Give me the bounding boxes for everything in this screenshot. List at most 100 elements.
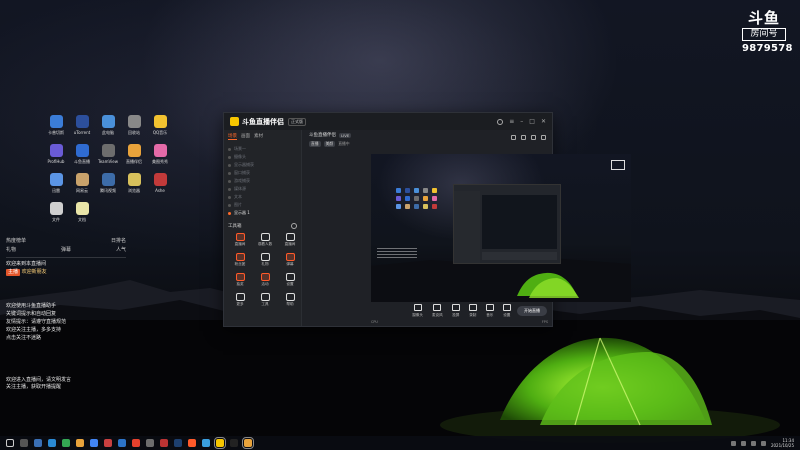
taskbar-app-icon[interactable] — [188, 439, 196, 447]
taskbar-app-icon[interactable] — [146, 439, 154, 447]
source-visibility-icon[interactable] — [228, 171, 231, 175]
desktop-icon[interactable]: Ashe — [148, 173, 172, 202]
toolbox-item[interactable]: 更多 — [228, 293, 252, 312]
control-button[interactable]: 麦克风 — [432, 304, 443, 318]
desktop-icon[interactable]: ProfiHub — [44, 144, 68, 173]
category-pill[interactable]: 直播 — [309, 141, 321, 147]
desktop-icon[interactable]: 卡普切斯 — [44, 115, 68, 144]
toolbox-item[interactable]: 直播间 — [228, 233, 252, 252]
toolbox-item[interactable]: 设置 — [278, 273, 302, 292]
source-item[interactable]: 窗口捕获 — [228, 169, 297, 177]
source-visibility-icon[interactable] — [228, 163, 231, 167]
copy-icon[interactable] — [511, 135, 516, 140]
lock-icon[interactable] — [521, 135, 526, 140]
source-visibility-icon[interactable] — [228, 195, 231, 199]
taskbar-app-icon[interactable] — [132, 439, 140, 447]
control-button[interactable]: 音乐 — [485, 304, 494, 318]
taskbar-douyu-icon[interactable] — [214, 437, 226, 449]
source-visibility-icon[interactable] — [228, 211, 231, 215]
taskbar-app-icon[interactable] — [160, 439, 168, 447]
taskbar-app-icon[interactable] — [76, 439, 84, 447]
desktop-icon[interactable]: TeamView — [96, 144, 120, 173]
stream-preview[interactable] — [371, 154, 631, 302]
toolbox-item[interactable]: 帮助 — [278, 293, 302, 312]
source-item-selected[interactable]: 显示器 1 — [228, 209, 297, 217]
help-icon[interactable] — [291, 223, 297, 229]
category-pill[interactable]: 美颜 — [323, 141, 336, 147]
taskbar-app-icon[interactable] — [90, 439, 98, 447]
start-live-button[interactable]: 开始直播 — [517, 306, 547, 316]
desktop-icon[interactable]: 文档 — [70, 202, 94, 231]
control-button[interactable]: 设置 — [502, 304, 511, 318]
taskbar: 11:34 2021/10/25 — [0, 436, 800, 450]
control-button[interactable]: 投屏 — [451, 304, 460, 318]
window-titlebar[interactable]: 斗鱼直播伴侣 正式版 ≡ – □ ✕ — [224, 113, 552, 130]
minimize-icon[interactable]: – — [520, 118, 523, 125]
chat-line: 主播 欢迎新朋友 — [6, 269, 126, 276]
toolbox-item[interactable]: 礼物 — [253, 253, 277, 272]
source-visibility-icon[interactable] — [228, 155, 231, 159]
version-badge[interactable]: 正式版 — [288, 117, 306, 126]
desktop-icon[interactable]: 网易云 — [70, 173, 94, 202]
settings-icon[interactable] — [497, 118, 504, 125]
maximize-icon[interactable]: □ — [529, 118, 535, 125]
windows-start-icon[interactable] — [6, 439, 14, 447]
search-icon[interactable] — [20, 439, 28, 447]
taskbar-app-icon[interactable] — [104, 439, 112, 447]
source-visibility-icon[interactable] — [228, 187, 231, 191]
desktop-icon[interactable]: uTorrent — [70, 115, 94, 144]
desktop-icon[interactable]: 迅雷 — [44, 173, 68, 202]
control-button[interactable]: 摄像头 — [412, 304, 423, 318]
toolbox-item[interactable]: 直播间 — [278, 233, 302, 252]
toolbox-item[interactable]: 抽奖 — [228, 273, 252, 292]
source-item[interactable]: 游戏捕获 — [228, 177, 297, 185]
desktop-icon[interactable]: 文件 — [44, 202, 68, 231]
source-item[interactable]: 媒体源 — [228, 185, 297, 193]
source-item[interactable]: 图片 — [228, 201, 297, 209]
tab-material[interactable]: 素材 — [254, 133, 263, 140]
toolbox-item[interactable]: 观看人数 — [253, 233, 277, 252]
taskbar-app-icon[interactable] — [230, 439, 238, 447]
tray-icon[interactable] — [740, 440, 746, 446]
menu-icon[interactable]: ≡ — [509, 118, 514, 125]
taskbar-app-icon[interactable] — [62, 439, 70, 447]
source-item[interactable]: 场景一 — [228, 145, 297, 153]
source-visibility-icon[interactable] — [228, 203, 231, 207]
network-icon[interactable] — [750, 440, 756, 446]
close-icon[interactable]: ✕ — [541, 118, 546, 125]
taskbar-app-icon[interactable] — [174, 439, 182, 447]
source-item[interactable]: 文本 — [228, 193, 297, 201]
share-icon[interactable] — [541, 135, 546, 140]
source-visibility-icon[interactable] — [228, 179, 231, 183]
stream-title-text[interactable]: 斗鱼直播伴侣 — [309, 132, 336, 138]
volume-icon[interactable] — [760, 440, 766, 446]
taskbar-app-icon[interactable] — [242, 437, 254, 449]
toolbox-item[interactable]: 工具 — [253, 293, 277, 312]
desktop-icon[interactable]: 此电脑 — [96, 115, 120, 144]
control-button[interactable]: 录制 — [468, 304, 477, 318]
taskbar-app-icon[interactable] — [202, 439, 210, 447]
desktop-icon[interactable]: 回收站 — [122, 115, 146, 144]
taskbar-app-icon[interactable] — [118, 439, 126, 447]
tool-icon — [260, 273, 270, 281]
tray-icon[interactable] — [730, 440, 736, 446]
desktop-icon[interactable]: 直播伴侣 — [122, 144, 146, 173]
toolbox-item[interactable]: 活动 — [253, 273, 277, 292]
streaming-app-window[interactable]: 斗鱼直播伴侣 正式版 ≡ – □ ✕ 场景 画面 素材 场景一 摄像头 显示器捕获窗… — [223, 112, 631, 327]
source-item[interactable]: 显示器捕获 — [228, 161, 297, 169]
desktop-icon[interactable]: 浏览器 — [122, 173, 146, 202]
source-item[interactable]: 摄像头 — [228, 153, 297, 161]
tab-scene[interactable]: 场景 — [228, 133, 237, 140]
tab-picture[interactable]: 画面 — [241, 133, 250, 140]
chart-icon[interactable] — [531, 135, 536, 140]
taskbar-app-icon[interactable] — [34, 439, 42, 447]
toolbox-item[interactable]: 粉丝团 — [228, 253, 252, 272]
desktop-icon[interactable]: 斗鱼直播 — [70, 144, 94, 173]
desktop-icon[interactable]: 美图秀秀 — [148, 144, 172, 173]
clock[interactable]: 11:34 2021/10/25 — [771, 438, 794, 448]
toolbox-item[interactable]: 弹幕 — [278, 253, 302, 272]
desktop-icon[interactable]: 腾讯视频 — [96, 173, 120, 202]
taskbar-app-icon[interactable] — [48, 439, 56, 447]
source-visibility-icon[interactable] — [228, 147, 231, 151]
desktop-icon[interactable]: QQ音乐 — [148, 115, 172, 144]
